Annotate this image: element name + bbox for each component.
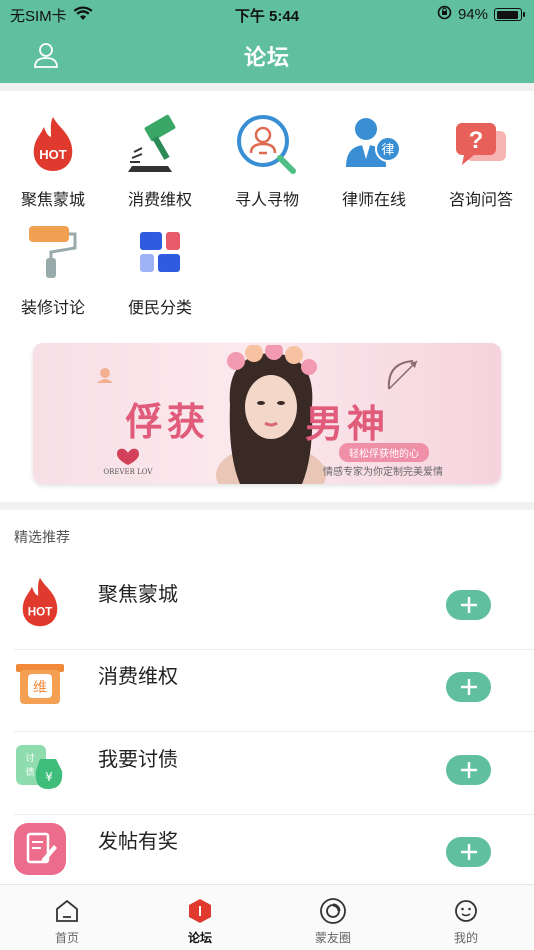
svg-text:维: 维: [33, 680, 47, 696]
plus-icon: [460, 679, 477, 695]
battery-percent: 94%: [457, 6, 488, 23]
add-button[interactable]: [446, 755, 491, 785]
svg-text:FOREVER LOVE: FOREVER LOVE: [103, 468, 153, 476]
battery-fill: [496, 10, 519, 19]
divider: [0, 83, 534, 91]
featured-item-name: 我要讨债: [98, 749, 178, 771]
featured-item[interactable]: 维 消费维权: [0, 650, 534, 732]
tab-label: 论坛: [187, 931, 212, 945]
plus-icon: [460, 762, 477, 778]
banner-tag: 轻松俘获他的心: [339, 443, 429, 462]
category-label: 便民分类: [127, 300, 192, 317]
plus-icon: [460, 844, 477, 860]
tab-profile[interactable]: 我的: [426, 897, 506, 946]
add-button[interactable]: [446, 837, 491, 867]
plus-icon: [460, 597, 477, 613]
paint-roller-icon: [21, 220, 85, 284]
question-bubble-icon: ?: [449, 112, 513, 176]
status-bar: 无SIM卡 下午 5:44 94%: [0, 0, 534, 28]
home-icon: [27, 897, 107, 925]
svg-text:律: 律: [381, 143, 394, 158]
category-label: 消费维权: [127, 192, 192, 209]
featured-item-name: 消费维权: [98, 666, 178, 688]
category-label: 咨询问答: [448, 192, 513, 209]
row-divider: [14, 731, 534, 732]
forum-icon: [160, 897, 240, 925]
top-navbar: 论坛: [0, 28, 534, 83]
category-label: 装修讨论: [20, 300, 85, 317]
hot-flame-icon: HOT: [21, 112, 85, 176]
magnifier-person-icon: [235, 112, 299, 176]
tab-label: 蒙友圈: [314, 931, 351, 945]
orientation-lock-icon: [437, 5, 452, 24]
gavel-icon: [128, 112, 192, 176]
tab-forum[interactable]: 论坛: [160, 897, 240, 946]
tab-home[interactable]: 首页: [27, 897, 107, 946]
category-convenience[interactable]: 便民分类: [110, 220, 210, 318]
featured-item[interactable]: HOT 聚焦蒙城: [0, 568, 534, 650]
rights-badge-icon: 维: [14, 658, 66, 710]
featured-item[interactable]: 讨债 ¥ 我要讨债: [0, 733, 534, 815]
category-lawyer-online[interactable]: 律 律师在线: [324, 112, 424, 210]
bow-arrow-icon: [387, 360, 418, 390]
category-focus-mengcheng[interactable]: HOT 聚焦蒙城: [3, 112, 103, 210]
svg-text:讨: 讨: [25, 752, 34, 764]
featured-section-label: 精选推荐: [14, 529, 70, 545]
status-right: 94%: [437, 5, 525, 24]
divider: [0, 502, 534, 510]
featured-item-name: 发帖有奖: [98, 831, 178, 853]
tab-label: 我的: [453, 931, 478, 945]
tab-moments[interactable]: 蒙友圈: [293, 897, 373, 946]
svg-text:HOT: HOT: [39, 147, 67, 162]
post-edit-icon: [14, 823, 66, 875]
add-button[interactable]: [446, 672, 491, 702]
svg-text:HOT: HOT: [28, 605, 53, 618]
page-title: 论坛: [243, 45, 290, 70]
banner-headline-left: 俘获: [125, 399, 210, 444]
category-find-people[interactable]: 寻人寻物: [217, 112, 317, 210]
category-consult-qa[interactable]: ? 咨询问答: [431, 112, 531, 210]
add-button[interactable]: [446, 590, 491, 620]
battery-icon: [494, 8, 525, 21]
hot-flame-icon: HOT: [14, 576, 66, 628]
category-decoration[interactable]: 装修讨论: [3, 220, 103, 318]
bottom-tab-bar: 首页 论坛 蒙友圈 我的: [0, 884, 534, 950]
category-consumer-rights[interactable]: 消费维权: [110, 112, 210, 210]
banner-subtitle: 情感专家为你定制完美爱情: [323, 467, 443, 478]
category-blocks-icon: [128, 220, 192, 284]
moments-icon: [293, 897, 373, 925]
svg-text:?: ?: [469, 127, 484, 154]
lawyer-icon: 律: [342, 112, 406, 176]
category-label: 律师在线: [341, 192, 406, 209]
category-label: 寻人寻物: [234, 192, 299, 209]
category-label: 聚焦蒙城: [20, 192, 85, 209]
forever-love-stamp-image: FOREVER LOVE: [103, 448, 153, 476]
debt-money-bag-icon: 讨债 ¥: [14, 741, 66, 793]
cupid-icon: [97, 368, 113, 383]
svg-text:¥: ¥: [45, 770, 53, 784]
tab-label: 首页: [54, 931, 79, 945]
featured-item-name: 聚焦蒙城: [98, 584, 178, 606]
profile-icon: [426, 897, 506, 925]
svg-text:债: 债: [25, 766, 34, 778]
promo-banner[interactable]: 俘获 男神 轻松俘获他的心 情感专家为你定制完美爱情 FOREVER LOVE: [33, 343, 501, 484]
banner-headline-right: 男神: [305, 401, 390, 446]
